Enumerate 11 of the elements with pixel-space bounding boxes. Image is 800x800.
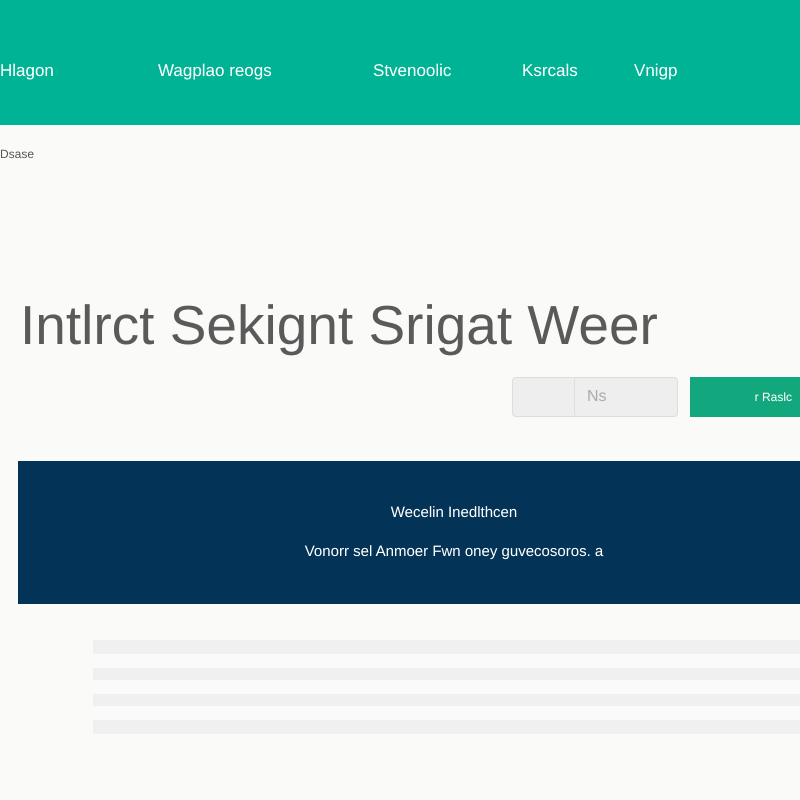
nav-link[interactable]: Vnigp: [634, 58, 678, 84]
breadcrumb: Dsase: [0, 146, 34, 163]
search-button[interactable]: r Raslc: [690, 377, 800, 417]
search-field[interactable]: Ns: [512, 377, 678, 417]
banner-text: Vonorr sel Anmoer Fwn oney guvecosoros. a: [304, 542, 604, 562]
nav-link[interactable]: Stvenoolic: [373, 58, 452, 84]
nav-link[interactable]: Ksrcals: [522, 58, 578, 84]
nav-link[interactable]: Wagplao reogs: [158, 58, 272, 84]
nav-link[interactable]: Hlagon: [0, 58, 54, 84]
banner-title: Wecelin Inedlthcen: [390, 503, 518, 523]
page-heading: Intlrct Sekignt Srigat Weer: [20, 298, 658, 353]
